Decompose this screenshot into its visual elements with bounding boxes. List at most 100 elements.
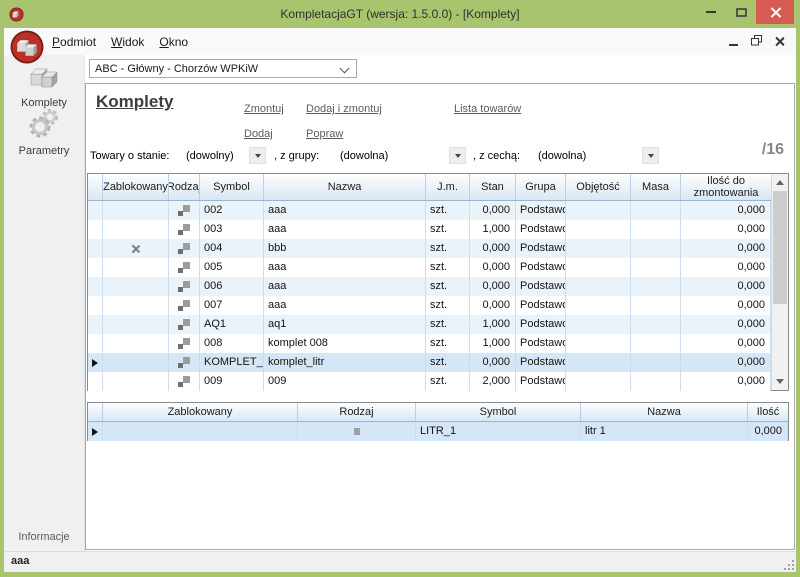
cell-grupa[interactable]: Podstawo...	[516, 296, 566, 315]
column-header-ilosc[interactable]: Ilość	[748, 403, 788, 421]
cell-nazwa[interactable]: bbb	[264, 239, 426, 258]
cell-jm[interactable]: szt.	[426, 239, 470, 258]
column-header-objetosc[interactable]: Objętość	[566, 174, 631, 200]
row-selector[interactable]	[88, 201, 103, 220]
column-header-nazwa[interactable]: Nazwa	[264, 174, 426, 200]
cell-jm[interactable]: szt.	[426, 220, 470, 239]
cell-objetosc[interactable]	[566, 315, 631, 334]
cell-ilosc[interactable]: 0,000	[681, 353, 771, 372]
cell-ilosc[interactable]: 0,000	[681, 258, 771, 277]
column-header-zablokowany[interactable]: Zablokowany	[103, 403, 298, 421]
cell-jm[interactable]: szt.	[426, 296, 470, 315]
cell-grupa[interactable]: Podstawo...	[516, 372, 566, 391]
cell-rodzaj[interactable]	[169, 220, 200, 239]
row-selector[interactable]	[88, 258, 103, 277]
cell-grupa[interactable]: Podstawo...	[516, 334, 566, 353]
column-header-nazwa[interactable]: Nazwa	[581, 403, 748, 421]
cell-symbol[interactable]: KOMPLET_...	[200, 353, 264, 372]
cell-grupa[interactable]: Podstawo...	[516, 220, 566, 239]
cell-ilosc[interactable]: 0,000	[681, 372, 771, 391]
cell-zablokowany[interactable]	[103, 372, 169, 391]
row-selector[interactable]	[88, 315, 103, 334]
mdi-restore-button[interactable]	[751, 33, 762, 51]
table-row[interactable]: LITR_1litr 10,000	[88, 422, 788, 441]
cell-zablokowany[interactable]	[103, 315, 169, 334]
row-selector[interactable]	[88, 353, 103, 372]
cell-objetosc[interactable]	[566, 334, 631, 353]
cell-grupa[interactable]: Podstawo...	[516, 315, 566, 334]
cell-ilosc[interactable]: 0,000	[748, 422, 788, 441]
cell-ilosc[interactable]: 0,000	[681, 277, 771, 296]
table-row[interactable]: 007aaaszt.0,000Podstawo...0,000	[88, 296, 771, 315]
table-row[interactable]: 008komplet 008szt.1,000Podstawo... 0,000	[88, 334, 771, 353]
filter-cecha-dropdown-button[interactable]	[642, 147, 659, 164]
resize-grip[interactable]	[782, 558, 794, 570]
column-header-zablokowany[interactable]: Zablokowany	[103, 174, 169, 200]
cell-symbol[interactable]: 005	[200, 258, 264, 277]
cell-masa[interactable]	[631, 353, 681, 372]
filter-grupa-dropdown-button[interactable]	[449, 147, 466, 164]
cell-stan[interactable]: 2,000	[470, 372, 516, 391]
cell-nazwa[interactable]: aq1	[264, 315, 426, 334]
cell-symbol[interactable]: 006	[200, 277, 264, 296]
cell-ilosc[interactable]: 0,000	[681, 315, 771, 334]
sidebar-item-komplety[interactable]: Komplety	[4, 62, 84, 109]
cell-objetosc[interactable]	[566, 220, 631, 239]
row-selector[interactable]	[88, 334, 103, 353]
filter-stan-value[interactable]: (dowolny)	[186, 150, 234, 162]
cell-rodzaj[interactable]	[169, 277, 200, 296]
cell-symbol[interactable]: 007	[200, 296, 264, 315]
cell-symbol[interactable]: 009	[200, 372, 264, 391]
window-maximize-button[interactable]	[726, 0, 756, 24]
cell-masa[interactable]	[631, 315, 681, 334]
cell-jm[interactable]: szt.	[426, 353, 470, 372]
cell-symbol[interactable]: LITR_1	[416, 422, 581, 441]
cell-jm[interactable]: szt.	[426, 334, 470, 353]
menu-okno[interactable]: Okno	[159, 35, 188, 49]
cell-stan[interactable]: 0,000	[470, 239, 516, 258]
row-selector[interactable]	[88, 372, 103, 391]
column-header-symbol[interactable]: Symbol	[200, 174, 264, 200]
cell-zablokowany[interactable]	[103, 334, 169, 353]
cell-grupa[interactable]: Podstawo...	[516, 239, 566, 258]
cell-ilosc[interactable]: 0,000	[681, 334, 771, 353]
cell-objetosc[interactable]	[566, 239, 631, 258]
cell-grupa[interactable]: Podstawo...	[516, 353, 566, 372]
cell-zablokowany[interactable]	[103, 277, 169, 296]
cell-symbol[interactable]: 008	[200, 334, 264, 353]
cell-rodzaj[interactable]	[169, 201, 200, 220]
cell-symbol[interactable]: AQ1	[200, 315, 264, 334]
link-dodaj-i-zmontuj[interactable]: Dodaj i zmontuj	[306, 103, 382, 115]
link-dodaj[interactable]: Dodaj	[244, 128, 273, 140]
cell-jm[interactable]: szt.	[426, 372, 470, 391]
cell-stan[interactable]: 1,000	[470, 334, 516, 353]
cell-grupa[interactable]: Podstawo...	[516, 201, 566, 220]
column-header-grupa[interactable]: Grupa	[516, 174, 566, 200]
cell-stan[interactable]: 0,000	[470, 277, 516, 296]
column-header-ilosc[interactable]: Ilość do zmontowania	[681, 174, 771, 200]
cell-ilosc[interactable]: 0,000	[681, 220, 771, 239]
cell-rodzaj[interactable]	[169, 258, 200, 277]
row-selector[interactable]	[88, 296, 103, 315]
cell-rodzaj[interactable]	[169, 315, 200, 334]
cell-grupa[interactable]: Podstawo...	[516, 277, 566, 296]
column-header-stan[interactable]: Stan	[470, 174, 516, 200]
sidebar-item-parametry[interactable]: Parametry	[4, 108, 84, 157]
cell-nazwa[interactable]: aaa	[264, 201, 426, 220]
table-row[interactable]: KOMPLET_...komplet_litrszt.0,000Podstawo…	[88, 353, 771, 372]
mdi-minimize-button[interactable]	[729, 44, 738, 46]
cell-ilosc[interactable]: 0,000	[681, 201, 771, 220]
filter-grupa-value[interactable]: (dowolna)	[340, 150, 388, 162]
cell-masa[interactable]	[631, 201, 681, 220]
cell-objetosc[interactable]	[566, 372, 631, 391]
cell-jm[interactable]: szt.	[426, 258, 470, 277]
cell-ilosc[interactable]: 0,000	[681, 296, 771, 315]
menu-widok[interactable]: Widok	[111, 35, 144, 49]
table-row[interactable]: 005aaaszt.0,000Podstawo...0,000	[88, 258, 771, 277]
column-header-symbol[interactable]: Symbol	[416, 403, 581, 421]
cell-nazwa[interactable]: komplet 008	[264, 334, 426, 353]
company-selector[interactable]: ABC - Główny - Chorzów WPKiW	[89, 59, 357, 78]
table-row[interactable]: 003aaaszt.1,000Podstawo...0,000	[88, 220, 771, 239]
cell-stan[interactable]: 1,000	[470, 315, 516, 334]
cell-zablokowany[interactable]	[103, 201, 169, 220]
